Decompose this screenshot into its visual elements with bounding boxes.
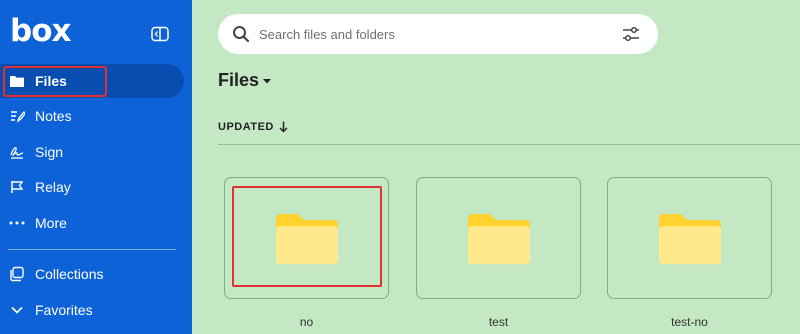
sidebar-item-more[interactable]: More [0, 206, 184, 240]
folder-name[interactable]: no [224, 315, 389, 329]
sidebar-item-label: Collections [35, 266, 104, 282]
sidebar: box Files Notes Sign Relay More Collecti… [0, 0, 192, 334]
folder-icon [658, 214, 721, 265]
files-highlight-box [3, 66, 107, 97]
sidebar-item-favorites[interactable]: Favorites [0, 293, 184, 327]
search-input[interactable] [259, 26, 599, 42]
sidebar-item-label: Sign [35, 144, 64, 160]
sign-icon [8, 143, 26, 161]
sidebar-item-notes[interactable]: Notes [0, 99, 184, 133]
caret-down-icon [263, 78, 272, 83]
filter-settings-icon[interactable] [622, 26, 640, 42]
content-divider [218, 144, 800, 145]
sidebar-divider [8, 249, 176, 250]
folder-highlight-box [232, 186, 382, 287]
sidebar-item-sign[interactable]: Sign [0, 135, 184, 169]
folder-card-test[interactable] [416, 177, 581, 299]
folder-name[interactable]: test-no [607, 315, 772, 329]
collapse-sidebar-icon[interactable] [151, 26, 169, 42]
search-bar[interactable] [218, 14, 658, 54]
folder-icon [467, 214, 530, 265]
sidebar-item-label: More [35, 215, 67, 231]
more-icon [8, 214, 26, 232]
sidebar-item-relay[interactable]: Relay [0, 170, 184, 204]
folder-name[interactable]: test [416, 315, 581, 329]
notes-icon [8, 107, 26, 125]
box-logo[interactable]: box [10, 14, 71, 48]
search-icon [233, 26, 250, 43]
chevron-down-icon [8, 301, 26, 319]
collections-icon [8, 265, 26, 283]
sidebar-item-label: Favorites [35, 302, 93, 318]
arrow-down-icon [279, 121, 288, 133]
sidebar-item-label: Relay [35, 179, 71, 195]
relay-icon [8, 178, 26, 196]
sort-label: UPDATED [218, 121, 274, 133]
sort-updated[interactable]: UPDATED [218, 121, 288, 133]
page-title: Files [218, 70, 260, 90]
sidebar-item-collections[interactable]: Collections [0, 257, 184, 291]
folder-card-test-no[interactable] [607, 177, 772, 299]
sidebar-item-label: Notes [35, 108, 72, 124]
page-title-dropdown[interactable]: Files [218, 70, 272, 91]
